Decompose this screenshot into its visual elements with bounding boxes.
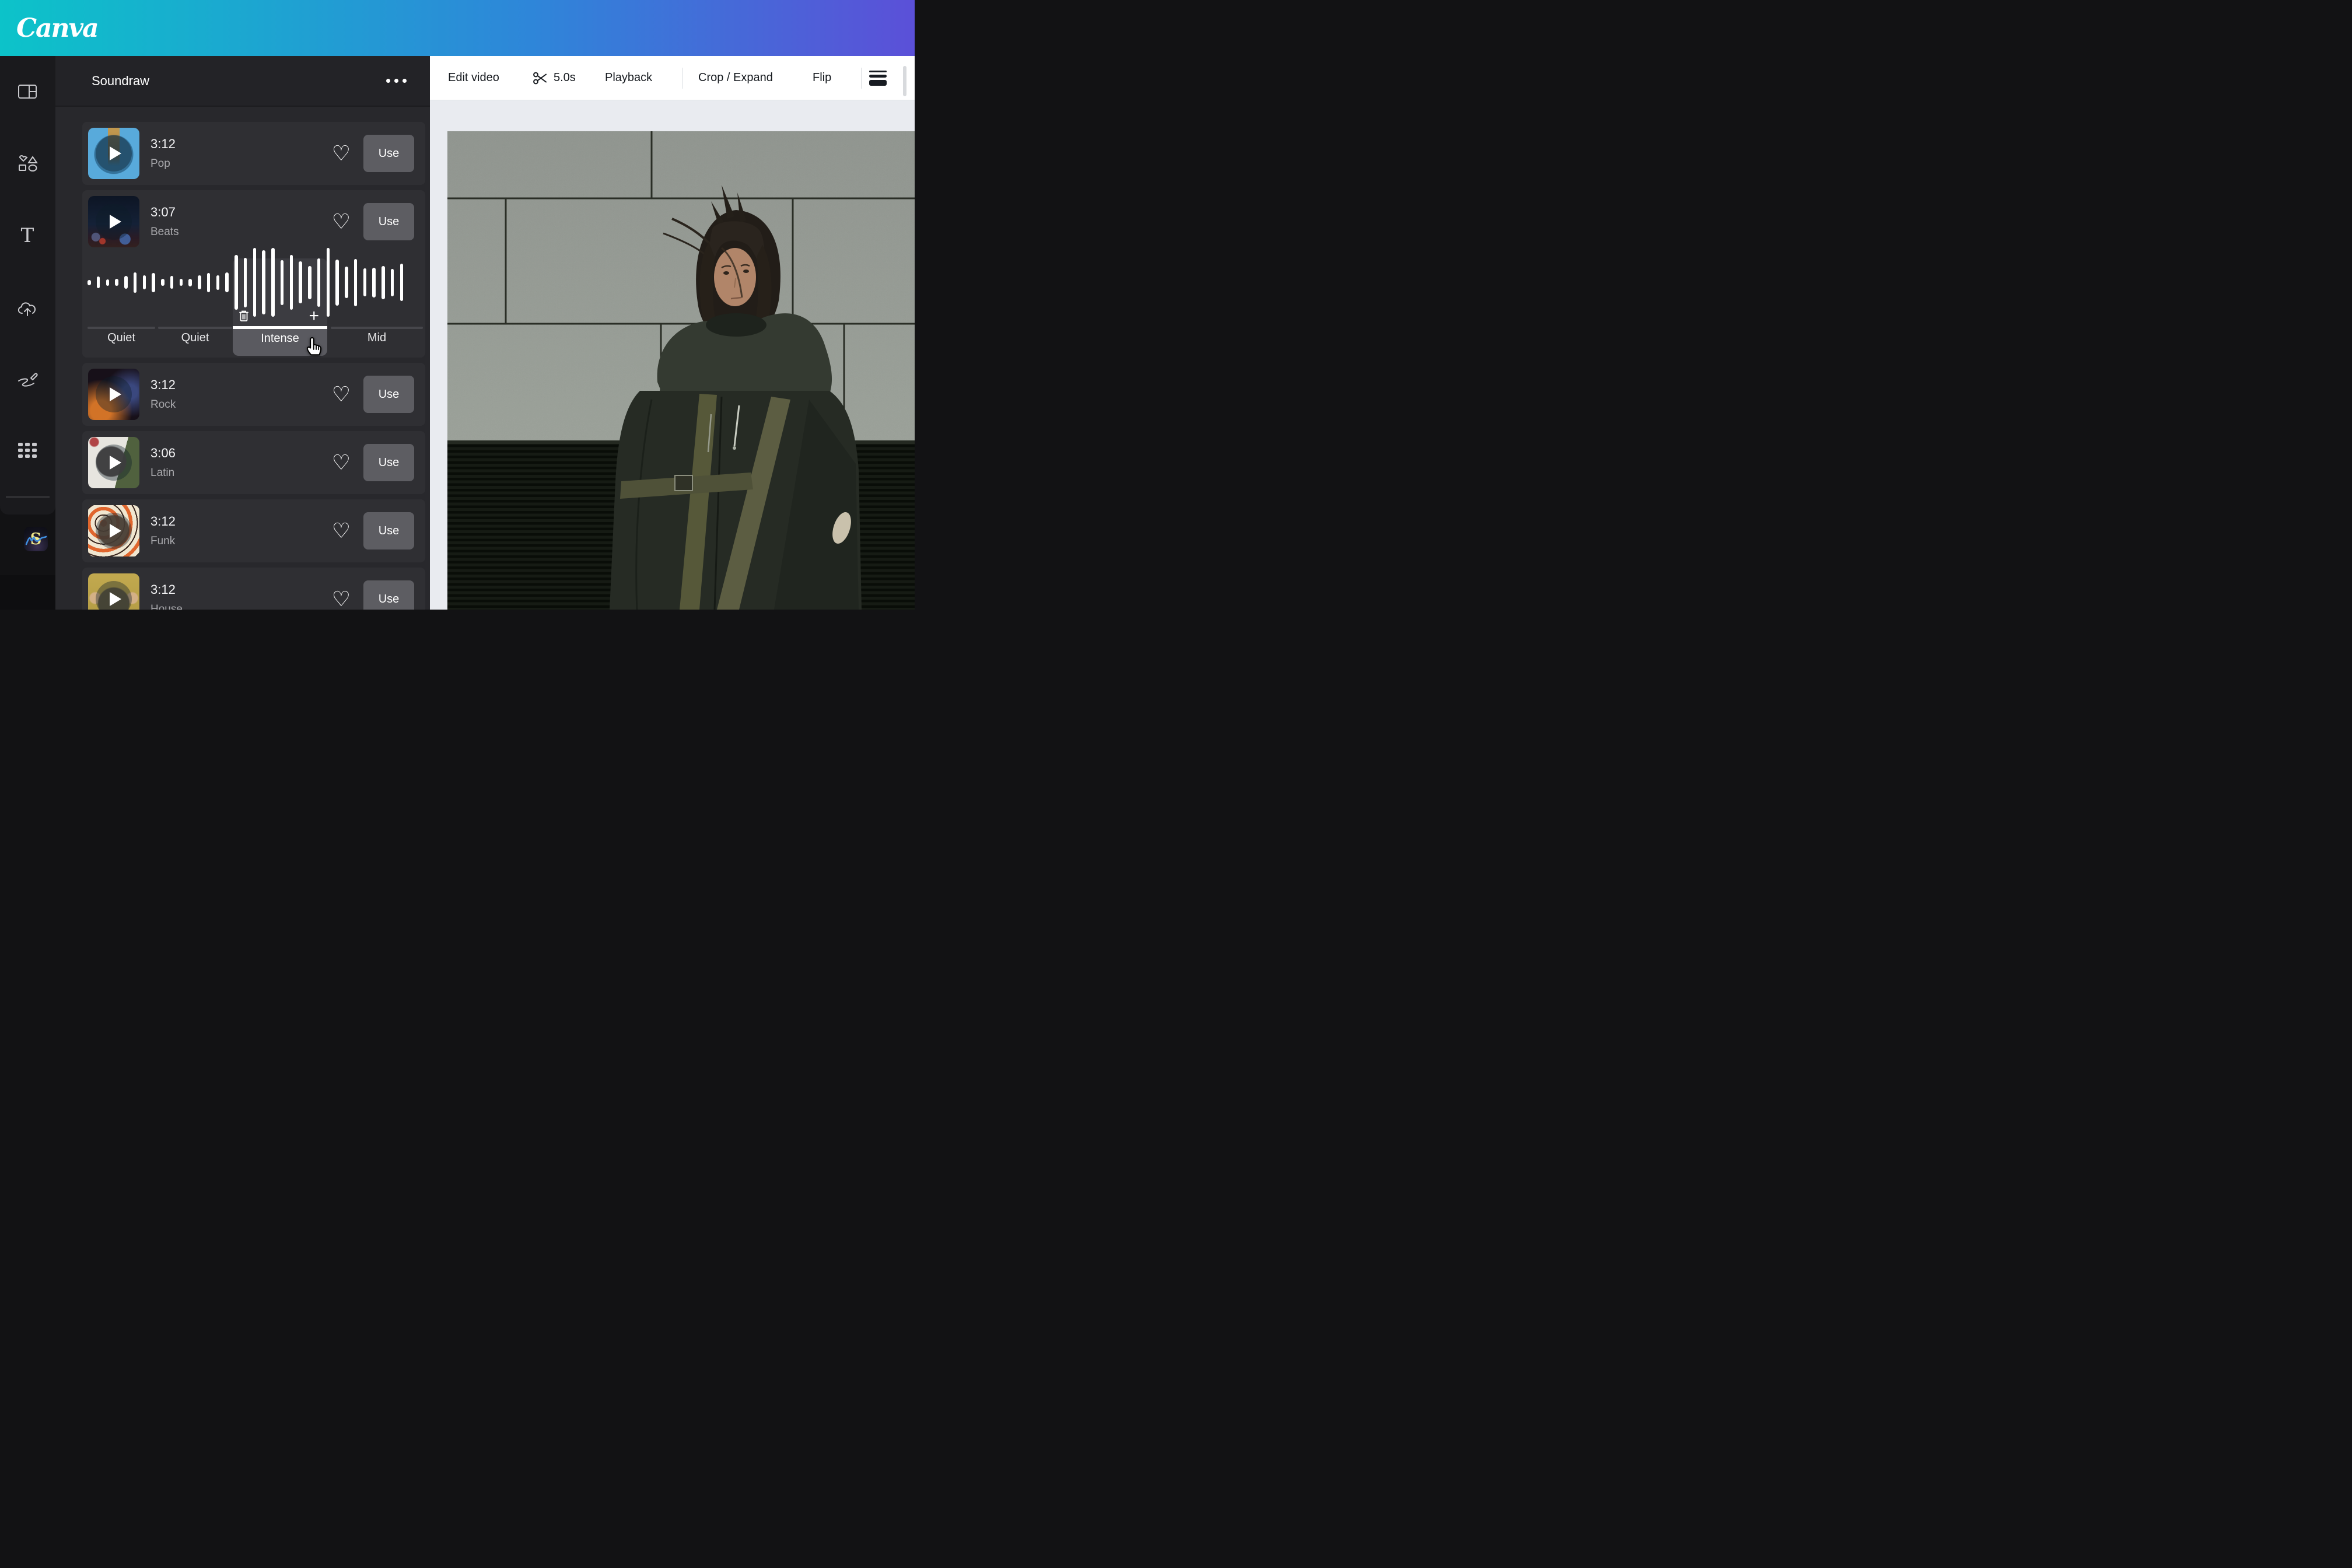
track-list: 3:12 Pop ♡ Use 3:07 Beats ♡ Use <box>55 107 430 610</box>
video-toolbar: Edit video 5.0s Playback Crop / Expand F… <box>430 56 915 100</box>
menu-bars-icon[interactable] <box>869 56 887 100</box>
canva-logo: Canva <box>16 13 98 43</box>
track-duration: 3:12 <box>150 514 176 529</box>
video-frame[interactable] <box>447 131 915 610</box>
draw-icon[interactable] <box>13 366 41 394</box>
track-duration: 3:12 <box>150 136 176 152</box>
design-canvas <box>430 100 915 610</box>
scrollbar-thumb[interactable] <box>903 66 907 96</box>
favorite-heart-icon[interactable]: ♡ <box>332 589 351 610</box>
segment-label: Quiet <box>158 331 232 345</box>
play-icon <box>110 146 121 160</box>
favorite-heart-icon[interactable]: ♡ <box>332 452 351 473</box>
segment-label: Quiet <box>88 331 155 345</box>
elements-icon[interactable] <box>13 150 41 178</box>
soundraw-panel: Soundraw 3:12 Pop ♡ Use 3:07 Beats <box>55 56 430 610</box>
play-icon <box>110 456 121 470</box>
more-options-icon[interactable] <box>386 79 407 83</box>
track-thumbnail-play[interactable] <box>88 128 139 179</box>
design-icon[interactable] <box>13 78 41 106</box>
play-icon <box>110 592 121 606</box>
crop-expand-button[interactable]: Crop / Expand <box>698 56 773 100</box>
track-thumbnail-play[interactable] <box>88 505 139 556</box>
use-button[interactable]: Use <box>363 444 414 481</box>
scissors-icon <box>532 70 548 86</box>
track-genre: House <box>150 603 183 610</box>
photo-illustration <box>447 131 915 610</box>
use-button[interactable]: Use <box>363 580 414 610</box>
use-button[interactable]: Use <box>363 512 414 550</box>
top-bar: Canva <box>0 0 915 56</box>
rail-divider <box>6 496 50 498</box>
playback-button[interactable]: Playback <box>605 56 652 100</box>
toolbar-divider <box>682 68 683 89</box>
apps-icon[interactable] <box>13 436 41 464</box>
track-thumbnail-play[interactable] <box>88 573 139 610</box>
track-duration: 3:12 <box>150 377 176 393</box>
edit-video-button[interactable]: Edit video <box>448 56 499 100</box>
play-icon <box>110 524 121 538</box>
soundraw-app-icon[interactable]: S <box>24 527 48 551</box>
track-genre: Rock <box>150 398 176 411</box>
favorite-heart-icon[interactable]: ♡ <box>332 520 351 541</box>
track-duration: 3:06 <box>150 446 176 461</box>
segments-row: QuietQuietIntenseMid <box>82 190 425 358</box>
mouse-cursor <box>303 334 326 357</box>
use-button[interactable]: Use <box>363 135 414 172</box>
track-card[interactable]: 3:12 House ♡ Use <box>82 568 425 610</box>
track-genre: Latin <box>150 467 176 480</box>
uploads-icon[interactable] <box>13 294 41 322</box>
segment-quiet[interactable]: Quiet <box>88 327 155 356</box>
track-card[interactable]: 3:07 Beats ♡ Use + QuietQuietIntenseMid <box>82 190 425 358</box>
play-icon <box>110 387 121 401</box>
soundraw-wave-icon <box>24 527 48 551</box>
track-card[interactable]: 3:12 Rock ♡ Use <box>82 363 425 426</box>
panel-title: Soundraw <box>92 74 149 89</box>
segment-quiet[interactable]: Quiet <box>158 327 232 356</box>
track-duration: 3:12 <box>150 582 183 597</box>
flip-button[interactable]: Flip <box>813 56 831 100</box>
use-button[interactable]: Use <box>363 376 414 413</box>
track-card[interactable]: 3:12 Funk ♡ Use <box>82 499 425 562</box>
track-genre: Pop <box>150 158 176 170</box>
favorite-heart-icon[interactable]: ♡ <box>332 143 351 164</box>
favorite-heart-icon[interactable]: ♡ <box>332 384 351 405</box>
track-thumbnail-play[interactable] <box>88 369 139 420</box>
panel-header: Soundraw <box>55 56 430 107</box>
track-thumbnail-play[interactable] <box>88 437 139 488</box>
segment-mid[interactable]: Mid <box>331 327 423 356</box>
sidebar-rail: T <box>0 56 55 514</box>
track-genre: Funk <box>150 535 176 548</box>
toolbar-divider <box>861 68 862 89</box>
segment-label: Mid <box>331 331 423 345</box>
text-icon[interactable]: T <box>13 222 41 250</box>
track-card[interactable]: 3:06 Latin ♡ Use <box>82 431 425 494</box>
track-card[interactable]: 3:12 Pop ♡ Use <box>82 122 425 185</box>
trim-button[interactable]: 5.0s <box>532 56 576 100</box>
clip-duration: 5.0s <box>554 71 576 85</box>
